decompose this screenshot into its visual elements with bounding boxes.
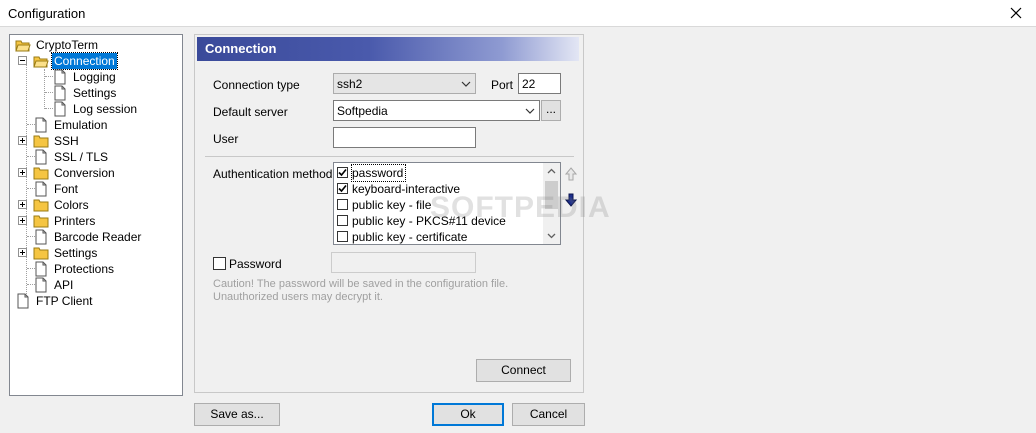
save-as-button[interactable]: Save as... bbox=[194, 403, 280, 426]
check-icon bbox=[338, 184, 347, 193]
expand-toggle[interactable] bbox=[18, 136, 27, 145]
page-icon bbox=[54, 69, 66, 85]
tree-item-label: Emulation bbox=[54, 118, 108, 132]
watermark: SOFTPEDIA bbox=[430, 191, 611, 224]
port-label: Port bbox=[491, 78, 514, 92]
close-icon bbox=[1010, 7, 1022, 19]
user-input[interactable] bbox=[333, 127, 476, 148]
tree-item-label: Connection bbox=[51, 52, 118, 70]
default-server-label: Default server bbox=[213, 105, 288, 119]
page-icon bbox=[54, 85, 66, 101]
expand-toggle[interactable] bbox=[18, 168, 27, 177]
chevron-up-icon bbox=[547, 168, 556, 174]
tree-root-label: FTP Client bbox=[36, 294, 93, 308]
scroll-up-button[interactable] bbox=[543, 163, 560, 180]
default-server-value: Softpedia bbox=[337, 104, 388, 118]
expand-toggle[interactable] bbox=[18, 248, 27, 257]
chevron-down-icon bbox=[461, 81, 471, 87]
move-up-icon[interactable] bbox=[565, 167, 577, 181]
tree-item-label: Settings bbox=[73, 86, 117, 100]
auth-method-item[interactable]: password bbox=[337, 164, 542, 182]
folder-open-icon bbox=[33, 56, 49, 68]
tree-item-label: SSL / TLS bbox=[54, 150, 109, 164]
close-button[interactable] bbox=[996, 0, 1036, 26]
page-icon bbox=[35, 117, 47, 133]
tree-item-label: API bbox=[54, 278, 74, 292]
auth-method-label: Authentication method bbox=[213, 167, 333, 181]
tree-line bbox=[44, 69, 46, 109]
tree-item-label: Colors bbox=[54, 198, 89, 212]
tree-item-label: Log session bbox=[73, 102, 138, 116]
page-icon bbox=[54, 101, 66, 117]
auth-checkbox[interactable] bbox=[337, 231, 348, 242]
caution-line-1: Caution! The password will be saved in t… bbox=[213, 278, 509, 290]
title-bar: Configuration bbox=[0, 0, 1036, 26]
config-tree[interactable]: CryptoTerm Connection Logging Settings L… bbox=[9, 34, 183, 396]
auth-checkbox[interactable] bbox=[337, 167, 348, 178]
chevron-down-icon bbox=[525, 108, 535, 114]
page-icon bbox=[35, 261, 47, 277]
port-value: 22 bbox=[522, 77, 536, 91]
tree-item-label: Logging bbox=[73, 70, 116, 84]
tree-root-label: CryptoTerm bbox=[36, 38, 99, 52]
auth-checkbox[interactable] bbox=[337, 183, 348, 194]
tree-item-label: Settings bbox=[54, 246, 98, 260]
page-icon bbox=[17, 293, 29, 309]
caution-line-2: Unauthorized users may decrypt it. bbox=[213, 291, 383, 303]
page-icon bbox=[35, 181, 47, 197]
tree-item-label: Conversion bbox=[54, 166, 115, 180]
auth-method-label: password bbox=[350, 164, 407, 182]
connection-type-value: ssh2 bbox=[337, 77, 363, 91]
page-icon bbox=[35, 277, 47, 293]
tree-item-label: Font bbox=[54, 182, 79, 196]
page-icon bbox=[35, 149, 47, 165]
auth-method-label: public key - certificate bbox=[352, 230, 468, 244]
cancel-button[interactable]: Cancel bbox=[512, 403, 585, 426]
folder-icon bbox=[33, 167, 49, 180]
divider bbox=[205, 156, 574, 157]
expand-toggle[interactable] bbox=[18, 200, 27, 209]
password-input[interactable] bbox=[331, 252, 476, 273]
panel-header: Connection bbox=[197, 37, 579, 61]
page-icon bbox=[35, 229, 47, 245]
port-input[interactable]: 22 bbox=[518, 73, 561, 94]
connection-type-label: Connection type bbox=[213, 78, 300, 92]
expand-toggle[interactable] bbox=[18, 216, 27, 225]
folder-icon bbox=[33, 247, 49, 260]
connection-type-select[interactable]: ssh2 bbox=[333, 73, 476, 94]
caution-text: Caution! The password will be saved in t… bbox=[213, 278, 508, 304]
auth-method-item[interactable]: public key - certificate bbox=[337, 229, 542, 244]
tree-item-label: Barcode Reader bbox=[54, 230, 142, 244]
auth-checkbox[interactable] bbox=[337, 215, 348, 226]
folder-icon bbox=[33, 215, 49, 228]
connect-button[interactable]: Connect bbox=[476, 359, 571, 382]
tree-item-label: Printers bbox=[54, 214, 96, 228]
chevron-down-icon bbox=[547, 233, 556, 239]
auth-method-label: public key - file bbox=[352, 198, 432, 212]
window-title: Configuration bbox=[8, 6, 86, 21]
ok-button[interactable]: Ok bbox=[432, 403, 504, 426]
browse-server-button[interactable]: ... bbox=[541, 100, 561, 121]
folder-icon bbox=[33, 135, 49, 148]
check-icon bbox=[338, 168, 347, 177]
tree-item-label: Protections bbox=[54, 262, 115, 276]
tree-item-label: SSH bbox=[54, 134, 79, 148]
title-divider bbox=[0, 26, 1036, 27]
default-server-select[interactable]: Softpedia bbox=[333, 100, 540, 121]
auth-checkbox[interactable] bbox=[337, 199, 348, 210]
user-label: User bbox=[213, 132, 239, 146]
folder-open-icon bbox=[15, 40, 31, 52]
collapse-toggle[interactable] bbox=[18, 56, 27, 65]
folder-icon bbox=[33, 199, 49, 212]
scroll-down-button[interactable] bbox=[543, 227, 560, 244]
password-checkbox[interactable] bbox=[213, 257, 226, 270]
password-label: Password bbox=[229, 257, 282, 271]
